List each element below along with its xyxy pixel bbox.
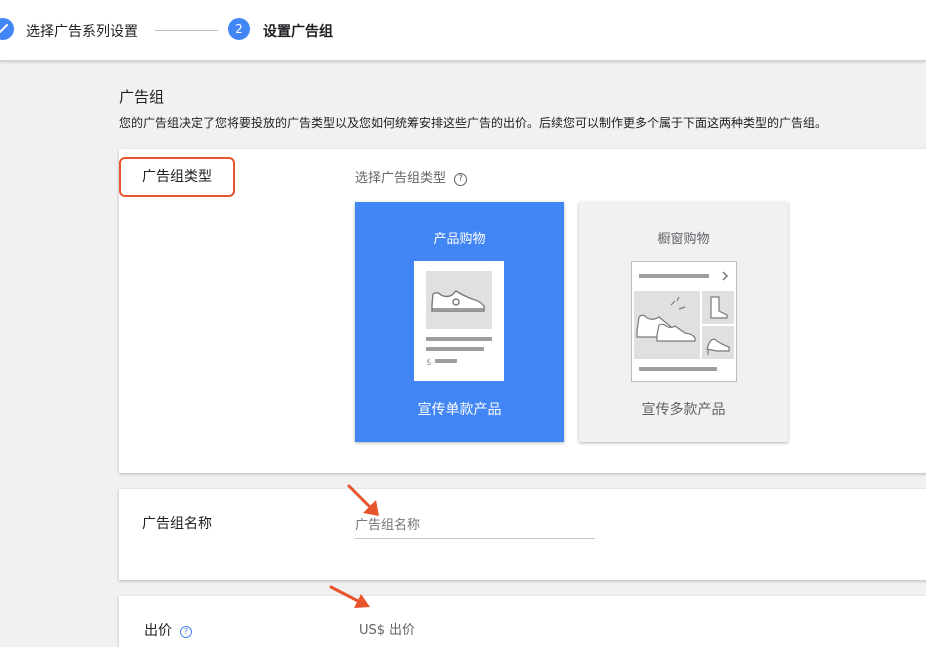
- option-title: 橱窗购物: [657, 232, 710, 247]
- stepper-header: 选择广告系列设置 2 设置广告组: [0, 0, 926, 61]
- ad-group-name-card: 广告组名称: [119, 489, 926, 580]
- help-icon[interactable]: ?: [454, 172, 468, 186]
- annotation-arrow-icon: [347, 484, 379, 516]
- option-product-shopping[interactable]: 产品购物 $ 宣传单款产品: [355, 202, 564, 442]
- section-description: 您的广告组决定了您将要投放的广告类型以及您如何统筹安排这些广告的出价。后续您可以…: [119, 116, 828, 130]
- step-2-label: 设置广告组: [263, 24, 333, 40]
- option-caption: 宣传多款产品: [641, 402, 726, 418]
- product-card-illustration: $: [414, 261, 504, 381]
- bid-input[interactable]: [389, 618, 569, 642]
- option-title: 产品购物: [433, 232, 486, 247]
- section-title: 广告组: [119, 88, 165, 106]
- showcase-card-illustration: [631, 261, 737, 382]
- check-icon: [0, 24, 8, 34]
- bid-card: 出价? US$: [119, 596, 926, 647]
- ad-group-type-hint-text: 选择广告组类型: [355, 171, 447, 186]
- step-1-label[interactable]: 选择广告系列设置: [26, 21, 138, 41]
- bid-currency: US$: [359, 623, 386, 638]
- step-1-done-indicator[interactable]: [0, 18, 14, 40]
- option-showcase-shopping[interactable]: 橱窗购物 宣传多款产品: [579, 202, 788, 442]
- bid-label-group: 出价?: [144, 620, 192, 640]
- step-2-number: 2: [228, 18, 250, 40]
- ad-group-name-label: 广告组名称: [142, 516, 212, 532]
- help-icon[interactable]: ?: [180, 625, 192, 638]
- ad-group-name-input[interactable]: [355, 513, 595, 539]
- ad-group-type-label: 广告组类型: [142, 169, 212, 185]
- price-symbol: $: [426, 358, 432, 368]
- ad-group-type-hint: 选择广告组类型?: [355, 167, 468, 186]
- step-connector: [155, 30, 218, 31]
- annotation-arrow-icon: [329, 585, 370, 608]
- ad-group-type-card: 广告组类型 选择广告组类型? 产品购物 $ 宣传单款产品 橱窗购物 宣传多款产品: [119, 149, 926, 473]
- option-caption: 宣传单款产品: [417, 402, 502, 418]
- bid-label: 出价: [144, 623, 172, 639]
